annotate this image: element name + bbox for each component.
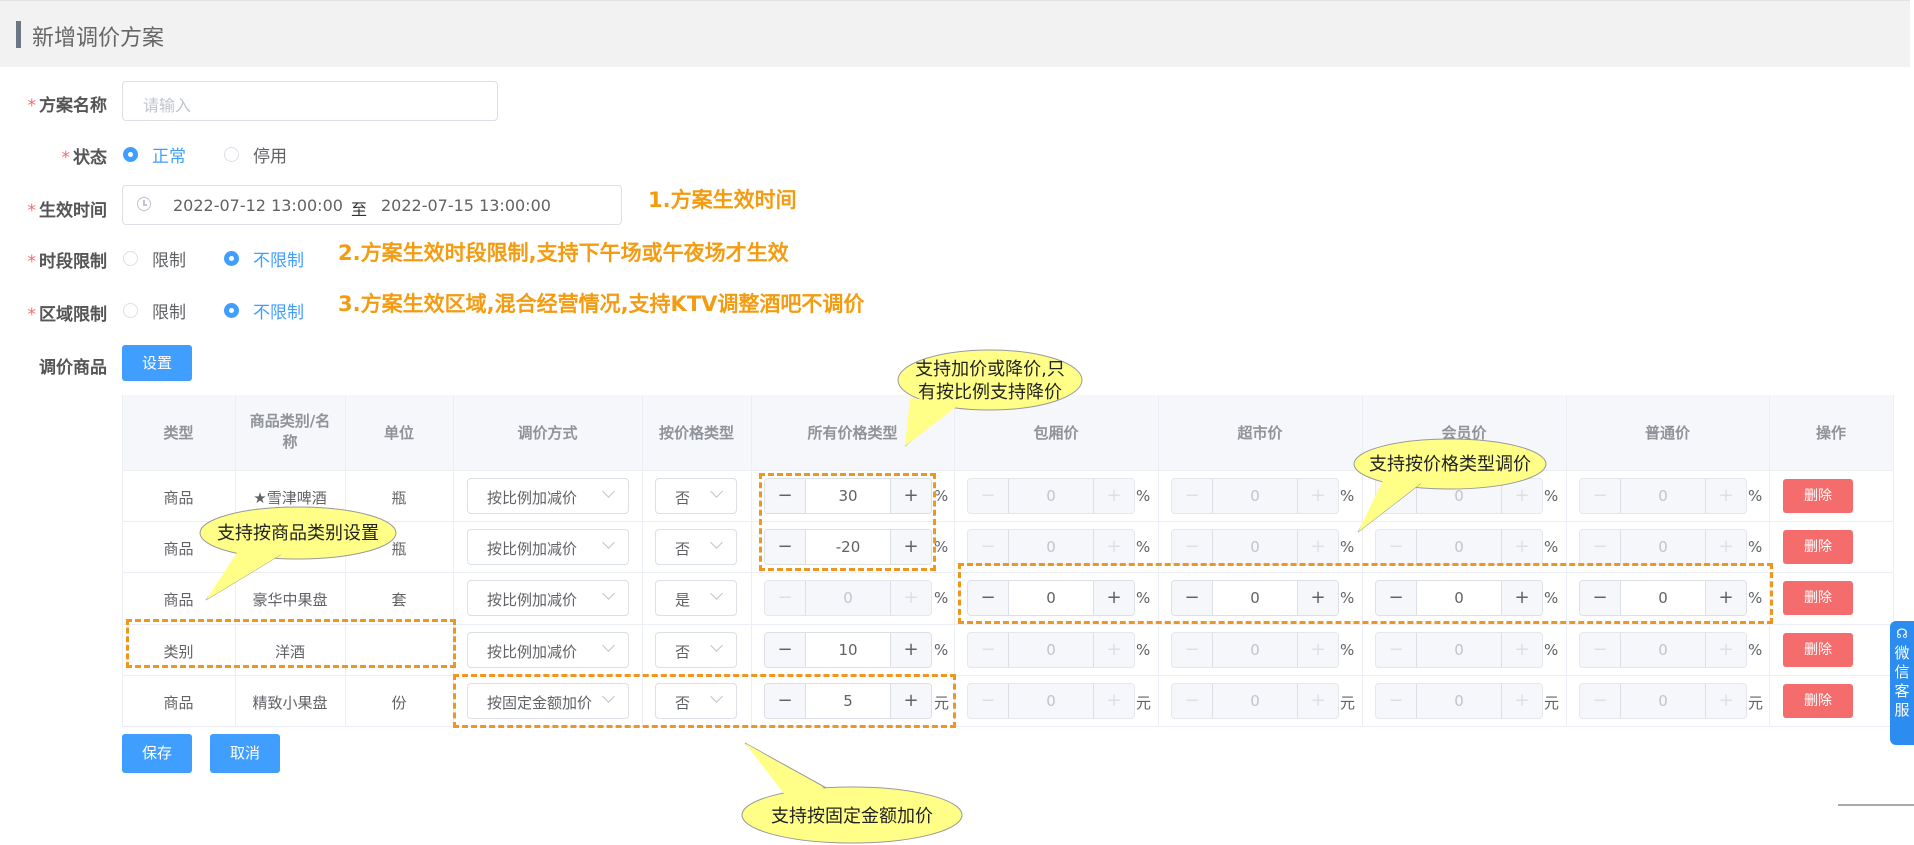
wechat-service-widget[interactable]: ☊ 微信客服 xyxy=(1890,621,1914,745)
callout-category: 支持按商品类别设置 xyxy=(199,506,397,601)
callout-layer: 支持加价或降价,只 有按比例支持降价 支持按价格类型调价 支持按商品类别设置 支… xyxy=(199,349,1914,844)
callout-fixed-amount: 支持按固定金额加价 xyxy=(741,742,963,844)
callout-price-adjust: 支持加价或降价,只 有按比例支持降价 xyxy=(897,349,1083,447)
callout-fixed-amount-text: 支持按固定金额加价 xyxy=(771,806,933,827)
headset-icon: ☊ xyxy=(1896,627,1908,642)
callout-category-text: 支持按商品类别设置 xyxy=(217,523,379,544)
wechat-service-label: 微信客服 xyxy=(1894,644,1910,719)
callout-price-type: 支持按价格类型调价 xyxy=(1353,438,1547,533)
callout-price-adjust-line2: 有按比例支持降价 xyxy=(918,382,1062,403)
callout-price-adjust-line1: 支持加价或降价,只 xyxy=(915,359,1065,380)
callout-price-type-text: 支持按价格类型调价 xyxy=(1369,454,1531,475)
